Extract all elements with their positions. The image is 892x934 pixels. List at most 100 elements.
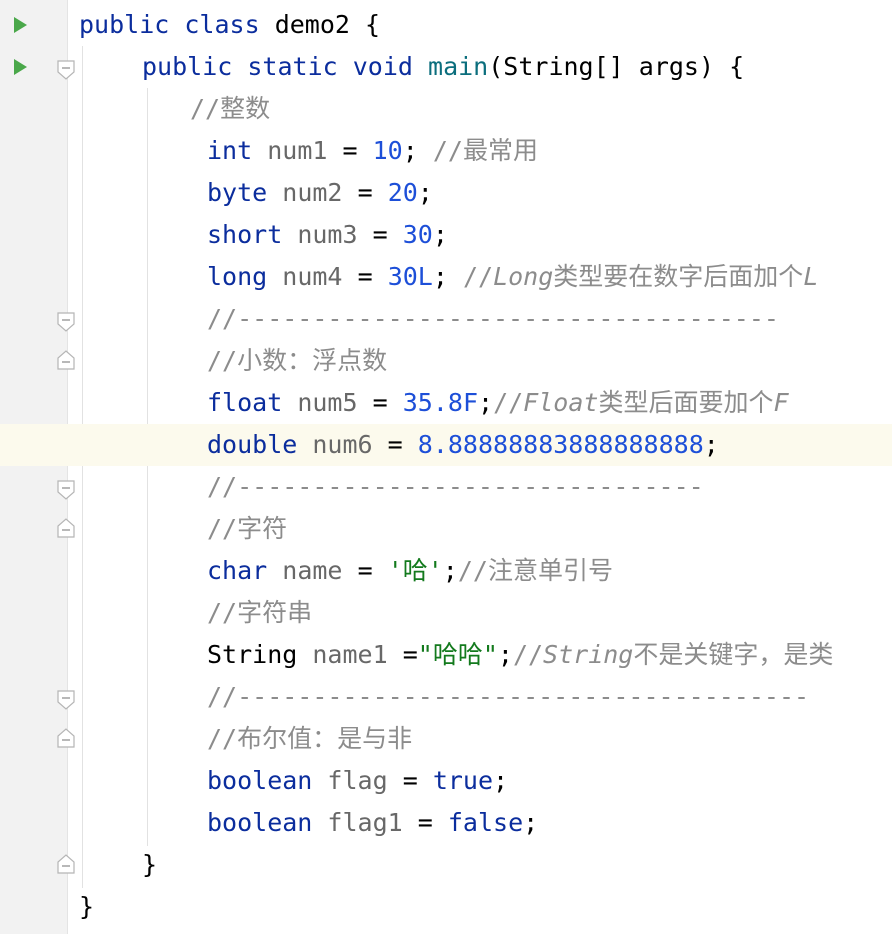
comment-italic: Float — [523, 388, 599, 417]
keyword: public — [79, 10, 170, 39]
fold-open-icon[interactable] — [57, 690, 75, 710]
comment-italic: L — [803, 262, 819, 291]
code-line-7[interactable]: long num4 = 30L; //Long类型要在数字后面加个L — [0, 256, 892, 298]
code-line-9[interactable]: //小数：浮点数 — [0, 340, 892, 382]
type-keyword: float — [207, 388, 283, 417]
comment-separator: //-------------------------------------- — [207, 682, 810, 711]
comment: //布尔值：是与非 — [207, 724, 413, 753]
operator: = — [357, 556, 373, 585]
comment: //String不是关键字，是类 — [513, 640, 833, 669]
operator: = — [357, 262, 373, 291]
comment-italic: String — [543, 640, 634, 669]
literal: true — [432, 766, 494, 795]
keyword: void — [352, 52, 413, 81]
variable: flag — [327, 766, 388, 795]
code-line-13[interactable]: //字符 — [0, 508, 892, 550]
semicolon: ; — [432, 220, 448, 249]
type-keyword: long — [207, 262, 268, 291]
semicolon: ; — [417, 178, 433, 207]
code-line-22[interactable]: } — [0, 886, 892, 928]
literal: 20 — [387, 178, 418, 207]
comment-italic: F — [773, 388, 789, 417]
code-line-11-current[interactable]: double num6 = 8.88888883888888888; — [0, 424, 892, 466]
fold-open-icon[interactable] — [57, 312, 75, 332]
code-line-18[interactable]: //布尔值：是与非 — [0, 718, 892, 760]
code-line-12[interactable]: //------------------------------- — [0, 466, 892, 508]
fold-close-icon[interactable] — [57, 518, 75, 538]
operator: = — [387, 430, 403, 459]
operator: = — [357, 178, 373, 207]
code-line-19[interactable]: boolean flag = true; — [0, 760, 892, 802]
semicolon: ; — [442, 556, 458, 585]
semicolon: ; — [497, 640, 513, 669]
code-line-1[interactable]: public class demo2 { — [0, 4, 892, 46]
variable: name1 — [312, 640, 388, 669]
keyword: public — [142, 52, 233, 81]
comment-text: 类型要在数字后面加个 — [553, 262, 804, 291]
literal: '哈' — [387, 556, 443, 585]
code-line-17[interactable]: //-------------------------------------- — [0, 676, 892, 718]
operator: = — [417, 808, 433, 837]
comment: //字符 — [207, 514, 288, 543]
variable: num5 — [297, 388, 358, 417]
semicolon: ; — [402, 136, 418, 165]
comment-separator: //------------------------------- — [207, 472, 704, 501]
fold-close-icon[interactable] — [57, 350, 75, 370]
keyword: static — [247, 52, 338, 81]
code-line-3[interactable]: //整数 — [0, 88, 892, 130]
comment-marker: // — [493, 388, 524, 417]
semicolon: ; — [432, 262, 448, 291]
type-keyword: short — [207, 220, 283, 249]
comment-marker: // — [512, 640, 544, 669]
operator: = — [402, 766, 418, 795]
code-line-6[interactable]: short num3 = 30; — [0, 214, 892, 256]
code-line-4[interactable]: int num1 = 10; //最常用 — [0, 130, 892, 172]
variable: flag1 — [327, 808, 403, 837]
comment: //Float类型后面要加个F — [493, 388, 788, 417]
semicolon: ; — [523, 808, 539, 837]
keyword: class — [184, 10, 260, 39]
run-class-icon[interactable] — [14, 17, 27, 33]
brace: } — [142, 850, 158, 879]
type-keyword: boolean — [207, 766, 313, 795]
literal: "哈哈" — [417, 640, 498, 669]
code-line-5[interactable]: byte num2 = 20; — [0, 172, 892, 214]
fold-open-icon[interactable] — [57, 60, 75, 80]
run-method-icon[interactable] — [14, 59, 27, 75]
literal: false — [447, 808, 524, 837]
variable: num1 — [267, 136, 328, 165]
comment: //小数：浮点数 — [207, 346, 388, 375]
comment: //Long类型要在数字后面加个L — [463, 262, 818, 291]
literal: 30 — [402, 220, 433, 249]
comment-italic: Long — [493, 262, 554, 291]
variable: num3 — [297, 220, 358, 249]
code-line-10[interactable]: float num5 = 35.8F;//Float类型后面要加个F — [0, 382, 892, 424]
params: (String[] args) — [488, 52, 715, 81]
type-keyword: double — [207, 430, 298, 459]
code-line-21[interactable]: } — [0, 844, 892, 886]
type-keyword: int — [207, 136, 253, 165]
type-keyword: byte — [207, 178, 268, 207]
literal: 10 — [372, 136, 403, 165]
comment: //最常用 — [432, 136, 538, 165]
fold-open-icon[interactable] — [57, 480, 75, 500]
semicolon: ; — [703, 430, 719, 459]
code-line-15[interactable]: //字符串 — [0, 592, 892, 634]
code-line-14[interactable]: char name = '哈';//注意单引号 — [0, 550, 892, 592]
type-keyword: boolean — [207, 808, 313, 837]
operator: = — [372, 388, 388, 417]
operator: = — [372, 220, 388, 249]
fold-close-icon[interactable] — [57, 854, 75, 874]
comment: //注意单引号 — [457, 556, 613, 585]
class-name: demo2 — [274, 10, 350, 39]
comment-separator: //------------------------------------ — [207, 304, 779, 333]
literal: 35.8F — [402, 388, 478, 417]
code-line-16[interactable]: String name1 ="哈哈";//String不是关键字，是类 — [0, 634, 892, 676]
code-line-2[interactable]: public static void main(String[] args) { — [0, 46, 892, 88]
comment-marker: // — [462, 262, 494, 291]
fold-close-icon[interactable] — [57, 728, 75, 748]
operator: = — [342, 136, 358, 165]
code-line-8[interactable]: //------------------------------------ — [0, 298, 892, 340]
method-name: main — [428, 52, 489, 81]
code-line-20[interactable]: boolean flag1 = false; — [0, 802, 892, 844]
